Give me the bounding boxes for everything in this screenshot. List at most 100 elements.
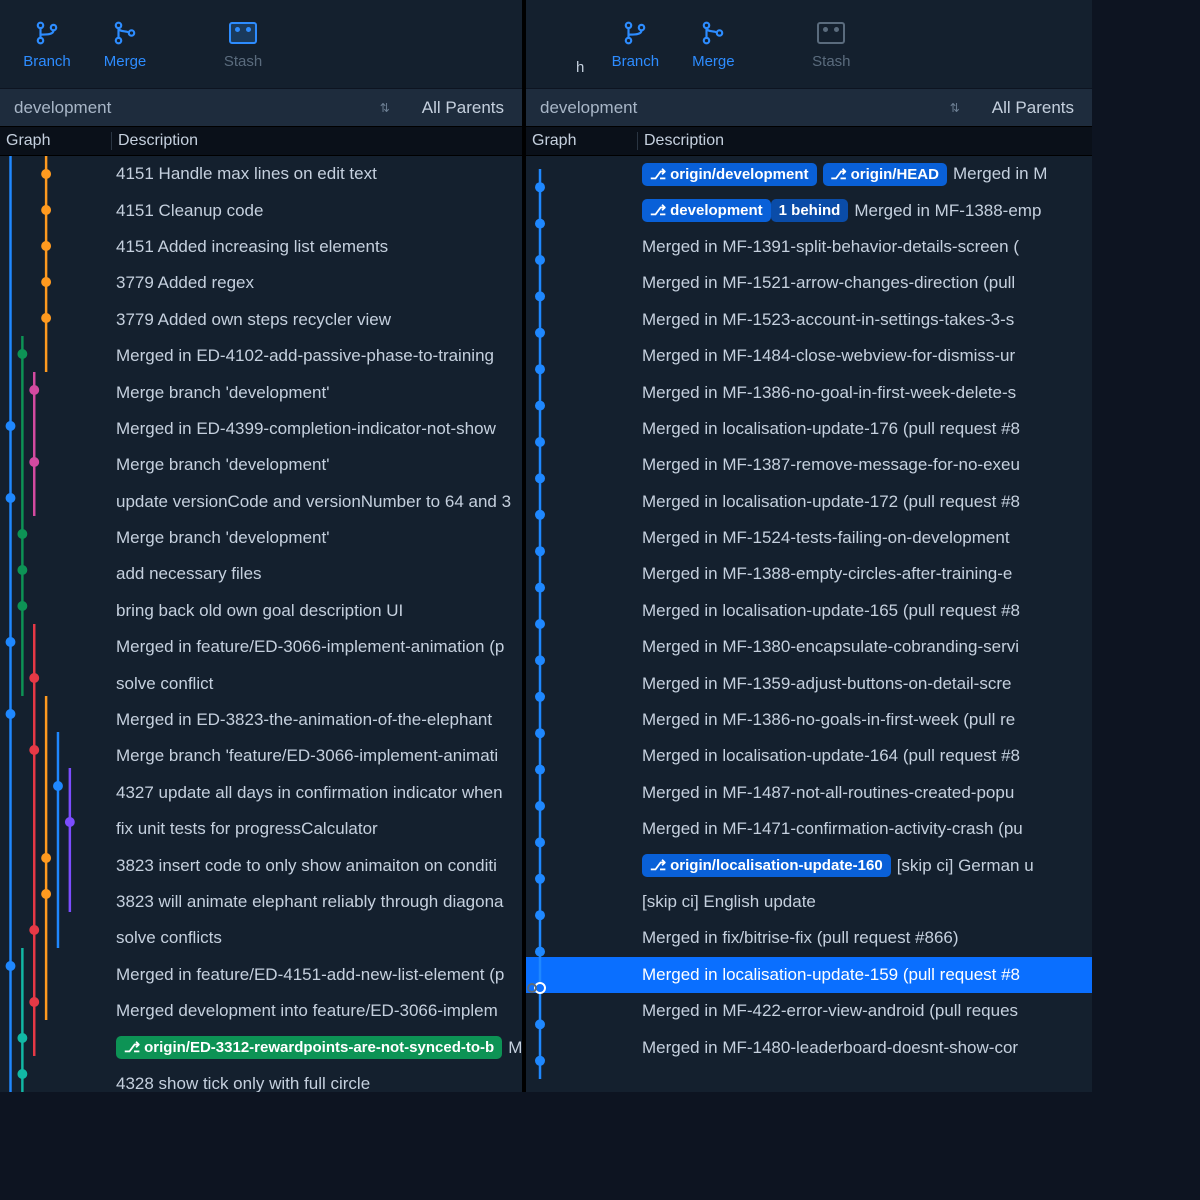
- commit-row[interactable]: Merge branch 'development': [0, 520, 522, 556]
- commit-row[interactable]: Merged in MF-1386-no-goal-in-first-week-…: [526, 374, 1092, 410]
- branch-dropdown[interactable]: development ⇅: [0, 98, 404, 118]
- commit-row[interactable]: Merged in localisation-update-176 (pull …: [526, 411, 1092, 447]
- commit-row[interactable]: Merged in MF-1487-not-all-routines-creat…: [526, 775, 1092, 811]
- branch-tag[interactable]: ⎇origin/HEAD: [823, 163, 947, 186]
- stash-button[interactable]: Stash: [216, 19, 270, 70]
- branch-tag-label: development: [670, 202, 763, 219]
- commit-row[interactable]: [skip ci] English update: [526, 884, 1092, 920]
- commit-row[interactable]: Merged in MF-1484-close-webview-for-dism…: [526, 338, 1092, 374]
- commit-row[interactable]: 4327 update all days in confirmation ind…: [0, 775, 522, 811]
- commit-row[interactable]: add necessary files: [0, 556, 522, 592]
- commit-row[interactable]: solve conflicts: [0, 920, 522, 956]
- commit-description: fix unit tests for progressCalculator: [112, 819, 522, 839]
- toolbar: h Branch Merge Stash: [526, 0, 1092, 88]
- branch-icon: ⎇: [124, 1039, 140, 1056]
- commit-message: 4151 Cleanup code: [116, 201, 263, 221]
- commit-description: Merged in localisation-update-164 (pull …: [638, 746, 1092, 766]
- parents-filter[interactable]: All Parents: [404, 98, 522, 118]
- commit-row[interactable]: Merged in MF-1523-account-in-settings-ta…: [526, 302, 1092, 338]
- commit-message: Merged in MF-1388-empty-circles-after-tr…: [642, 564, 1012, 584]
- branch-tag-label: origin/HEAD: [851, 166, 939, 183]
- toolbar: Branch Merge Stash: [0, 0, 522, 88]
- commit-row[interactable]: ⎇origin/ED-3312-rewardpoints-are-not-syn…: [0, 1029, 522, 1065]
- commit-row[interactable]: Merged in MF-1471-confirmation-activity-…: [526, 811, 1092, 847]
- commit-message: Merged in MF-1388-emp: [854, 201, 1041, 221]
- branch-button[interactable]: Branch: [20, 19, 74, 70]
- commit-row[interactable]: Merged in localisation-update-172 (pull …: [526, 484, 1092, 520]
- merge-button[interactable]: Merge: [686, 19, 740, 70]
- commit-row[interactable]: 3779 Added own steps recycler view: [0, 302, 522, 338]
- commit-row[interactable]: ⎇development1 behindMerged in MF-1388-em…: [526, 192, 1092, 228]
- column-header: Graph Description: [0, 126, 522, 156]
- commit-row[interactable]: 4151 Handle max lines on edit text: [0, 156, 522, 192]
- branch-button[interactable]: Branch: [608, 19, 662, 70]
- commit-message: Merged in localisation-update-164 (pull …: [642, 746, 1020, 766]
- commit-row[interactable]: Merged in feature/ED-3066-implement-anim…: [0, 629, 522, 665]
- commit-description: update versionCode and versionNumber to …: [112, 492, 522, 512]
- description-column-header[interactable]: Description: [638, 132, 724, 150]
- commit-message: Merged in feature/ED-3066-implement-anim…: [116, 637, 504, 657]
- commit-message: solve conflict: [116, 674, 213, 694]
- commit-row[interactable]: ⎇origin/development⎇origin/HEADMerged in…: [526, 156, 1092, 192]
- commit-row[interactable]: 4328 show tick only with full circle: [0, 1066, 522, 1092]
- commit-row[interactable]: Merged in localisation-update-159 (pull …: [526, 957, 1092, 993]
- commit-row[interactable]: bring back old own goal description UI: [0, 593, 522, 629]
- commit-row[interactable]: Merge branch 'development': [0, 447, 522, 483]
- commit-row[interactable]: solve conflict: [0, 665, 522, 701]
- commit-row[interactable]: fix unit tests for progressCalculator: [0, 811, 522, 847]
- commit-description: solve conflict: [112, 674, 522, 694]
- branch-tag[interactable]: ⎇origin/localisation-update-160: [642, 854, 891, 877]
- commit-row[interactable]: Merged in MF-1386-no-goals-in-first-week…: [526, 702, 1092, 738]
- commit-row[interactable]: Merged in localisation-update-165 (pull …: [526, 593, 1092, 629]
- commit-description: Merge branch 'development': [112, 455, 522, 475]
- commit-message: Merged in localisation-update-176 (pull …: [642, 419, 1020, 439]
- commit-row[interactable]: 3823 will animate elephant reliably thro…: [0, 884, 522, 920]
- commit-message: Merged in MF-1523-account-in-settings-ta…: [642, 310, 1014, 330]
- branch-icon: ⎇: [650, 202, 666, 219]
- commit-message: Merge branch 'development': [116, 528, 329, 548]
- commit-row[interactable]: Merge branch 'development': [0, 374, 522, 410]
- description-column-header[interactable]: Description: [112, 132, 198, 150]
- commit-row[interactable]: Merged in feature/ED-4151-add-new-list-e…: [0, 957, 522, 993]
- stash-label: Stash: [812, 53, 850, 70]
- commit-row[interactable]: Merged in fix/bitrise-fix (pull request …: [526, 920, 1092, 956]
- parents-filter[interactable]: All Parents: [974, 98, 1092, 118]
- commit-row[interactable]: Merged in ED-4399-completion-indicator-n…: [0, 411, 522, 447]
- graph-column-header[interactable]: Graph: [0, 132, 112, 150]
- commit-row[interactable]: 4151 Added increasing list elements: [0, 229, 522, 265]
- commit-row[interactable]: 3779 Added regex: [0, 265, 522, 301]
- branch-tag[interactable]: ⎇development: [642, 199, 771, 222]
- commit-row[interactable]: Merged in localisation-update-164 (pull …: [526, 738, 1092, 774]
- stash-button[interactable]: Stash: [804, 19, 858, 70]
- commit-row[interactable]: Merged in MF-1387-remove-message-for-no-…: [526, 447, 1092, 483]
- commit-message: [skip ci] English update: [642, 892, 816, 912]
- commit-row[interactable]: Merged in MF-1380-encapsulate-cobranding…: [526, 629, 1092, 665]
- commit-row[interactable]: Merged in MF-1521-arrow-changes-directio…: [526, 265, 1092, 301]
- commit-row[interactable]: Merged in MF-1480-leaderboard-doesnt-sho…: [526, 1029, 1092, 1065]
- commit-list-right: ⎇origin/development⎇origin/HEADMerged in…: [526, 156, 1092, 1092]
- commit-description: Merged in MF-1386-no-goals-in-first-week…: [638, 710, 1092, 730]
- branch-tag[interactable]: ⎇origin/ED-3312-rewardpoints-are-not-syn…: [116, 1036, 502, 1059]
- commit-message: Merged in MF-1380-encapsulate-cobranding…: [642, 637, 1019, 657]
- commit-row[interactable]: Merged in ED-3823-the-animation-of-the-e…: [0, 702, 522, 738]
- branch-tag[interactable]: ⎇origin/development: [642, 163, 817, 186]
- commit-row[interactable]: Merged in MF-1388-empty-circles-after-tr…: [526, 556, 1092, 592]
- commit-message: Merged in MF-1521-arrow-changes-directio…: [642, 273, 1015, 293]
- commit-row[interactable]: update versionCode and versionNumber to …: [0, 484, 522, 520]
- branch-dropdown[interactable]: development ⇅: [526, 98, 974, 118]
- commit-row[interactable]: 3823 insert code to only show animaiton …: [0, 847, 522, 883]
- commit-row[interactable]: Merged in MF-422-error-view-android (pul…: [526, 993, 1092, 1029]
- commit-row[interactable]: ⎇origin/localisation-update-160[skip ci]…: [526, 847, 1092, 883]
- merge-button[interactable]: Merge: [98, 19, 152, 70]
- commit-row[interactable]: Merge branch 'feature/ED-3066-implement-…: [0, 738, 522, 774]
- graph-column-header[interactable]: Graph: [526, 132, 638, 150]
- commit-row[interactable]: Merged in MF-1524-tests-failing-on-devel…: [526, 520, 1092, 556]
- commit-message: 3823 will animate elephant reliably thro…: [116, 892, 504, 912]
- commit-description: ⎇origin/development⎇origin/HEADMerged in…: [638, 163, 1092, 186]
- commit-row[interactable]: Merged in MF-1391-split-behavior-details…: [526, 229, 1092, 265]
- stash-icon: [229, 19, 257, 47]
- commit-row[interactable]: Merged in ED-4102-add-passive-phase-to-t…: [0, 338, 522, 374]
- commit-row[interactable]: Merged development into feature/ED-3066-…: [0, 993, 522, 1029]
- commit-row[interactable]: Merged in MF-1359-adjust-buttons-on-deta…: [526, 665, 1092, 701]
- commit-row[interactable]: 4151 Cleanup code: [0, 192, 522, 228]
